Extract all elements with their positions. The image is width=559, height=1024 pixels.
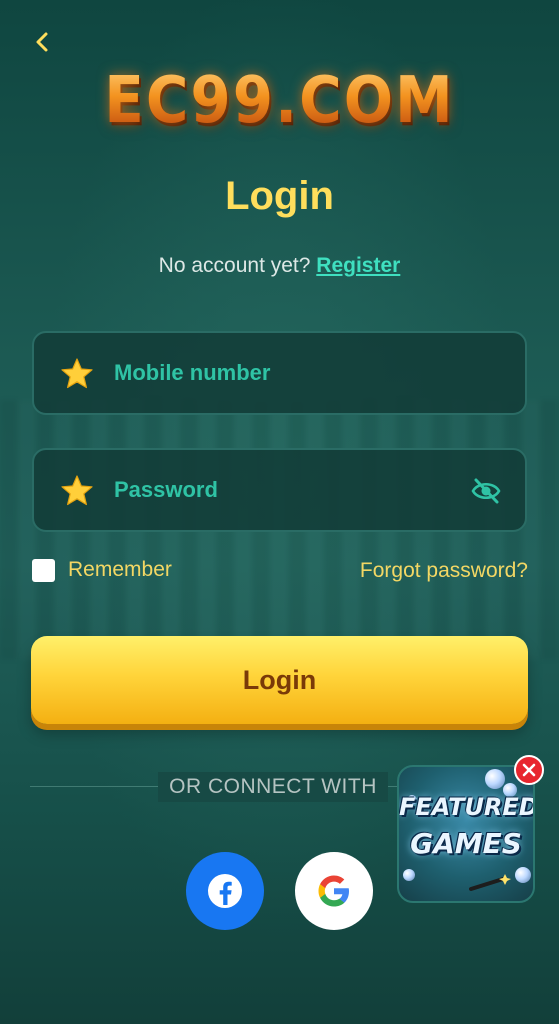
- mobile-number-field[interactable]: [32, 331, 527, 415]
- close-featured-button[interactable]: [514, 755, 544, 785]
- register-prompt-text: No account yet?: [158, 254, 311, 277]
- google-icon: [318, 875, 349, 907]
- bubble-decoration: [515, 867, 531, 883]
- chevron-left-icon: [36, 32, 48, 52]
- forgot-password-link[interactable]: Forgot password?: [360, 559, 528, 583]
- remember-label: Remember: [68, 558, 172, 581]
- login-button[interactable]: Login: [31, 636, 528, 724]
- eye-off-icon[interactable]: [471, 477, 501, 505]
- close-icon: [522, 763, 536, 777]
- google-login-button[interactable]: [295, 852, 373, 930]
- login-button-label: Login: [242, 664, 317, 695]
- magic-wand-icon: [469, 874, 511, 891]
- star-icon: [61, 475, 93, 506]
- or-connect-label: OR CONNECT WITH: [158, 772, 388, 802]
- featured-title-line2: GAMES: [410, 827, 522, 860]
- bubble-decoration: [485, 769, 505, 789]
- star-icon: [61, 358, 93, 389]
- bubble-decoration: [403, 869, 415, 881]
- featured-title-line1: FEATURED: [399, 793, 535, 821]
- remember-checkbox-row[interactable]: Remember: [32, 558, 172, 582]
- mobile-number-input[interactable]: [114, 333, 474, 413]
- facebook-login-button[interactable]: [186, 852, 264, 930]
- back-button[interactable]: [30, 28, 54, 56]
- page-title: Login: [225, 174, 334, 218]
- register-prompt-line: No account yet? Register: [0, 254, 559, 278]
- register-link[interactable]: Register: [316, 254, 400, 277]
- password-field[interactable]: [32, 448, 527, 532]
- remember-checkbox[interactable]: [32, 558, 55, 582]
- password-input[interactable]: [114, 450, 474, 530]
- brand-logo: EC99.COM: [0, 63, 559, 138]
- facebook-icon: [208, 874, 242, 908]
- featured-games-widget[interactable]: FEATURED GAMES: [397, 765, 535, 903]
